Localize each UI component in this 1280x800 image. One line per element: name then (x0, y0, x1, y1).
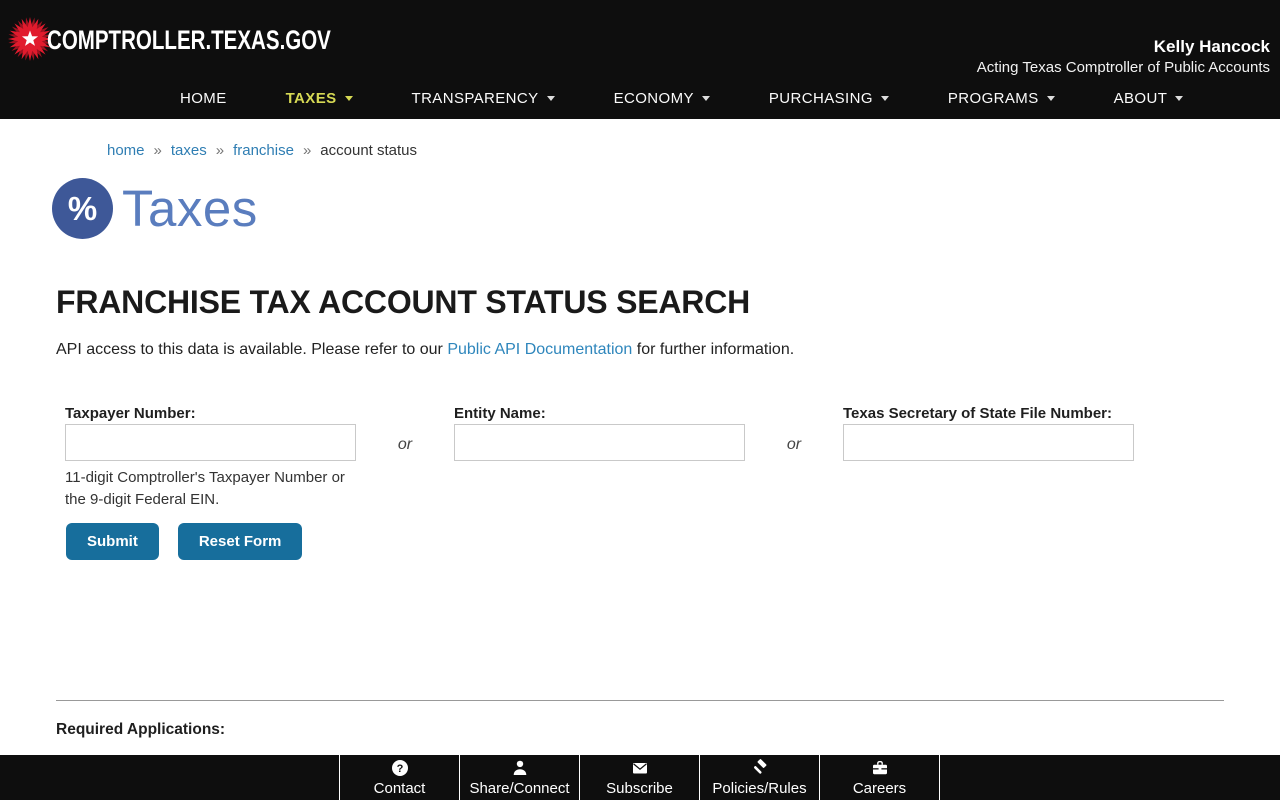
sos-file-number-input[interactable] (843, 424, 1134, 461)
or-separator: or (397, 436, 413, 453)
official-name: Kelly Hancock (1153, 37, 1270, 56)
form-buttons: Submit Reset Form (66, 523, 303, 560)
footer-item-subscribe[interactable]: Subscribe (579, 755, 699, 800)
required-applications-heading: Required Applications: (56, 721, 226, 738)
footer-item-careers[interactable]: Careers (819, 755, 939, 800)
breadcrumb-link-home[interactable]: home (107, 142, 145, 159)
nav-item-purchasing[interactable]: PURCHASING (769, 90, 889, 107)
question-circle-icon: ? (391, 759, 409, 777)
section-title: Taxes (122, 180, 258, 237)
footer-bar: ? Contact Share/Connect Subscribe Polici… (0, 755, 1280, 800)
chevron-down-icon (1046, 96, 1055, 101)
taxpayer-number-field-group: Taxpayer Number: 11-digit Comptroller's … (65, 405, 356, 511)
sos-file-number-field-group: Texas Secretary of State File Number: (843, 405, 1134, 461)
search-form: Taxpayer Number: 11-digit Comptroller's … (65, 405, 1134, 511)
percent-icon: % (52, 178, 113, 239)
footer-item-share-connect[interactable]: Share/Connect (459, 755, 579, 800)
site-wordmark[interactable]: COMPTROLLER.TEXAS.GOV (47, 25, 331, 56)
nav-item-transparency[interactable]: TRANSPARENCY (412, 90, 555, 107)
person-icon (511, 759, 529, 777)
entity-name-field-group: Entity Name: (454, 405, 745, 461)
breadcrumb-link-franchise[interactable]: franchise (233, 142, 294, 159)
entity-name-input[interactable] (454, 424, 745, 461)
svg-text:?: ? (396, 763, 403, 775)
breadcrumb-link-taxes[interactable]: taxes (171, 142, 207, 159)
nav-item-economy[interactable]: ECONOMY (614, 90, 710, 107)
reset-form-button[interactable]: Reset Form (177, 523, 303, 560)
nav-item-label: ABOUT (1113, 90, 1168, 107)
official-title: Acting Texas Comptroller of Public Accou… (976, 59, 1270, 76)
site-header: COMPTROLLER.TEXAS.GOV Kelly Hancock Acti… (0, 0, 1280, 119)
breadcrumb-separator: » (302, 142, 312, 159)
breadcrumb-separator: » (153, 142, 162, 159)
footer-item-policies-rules[interactable]: Policies/Rules (699, 755, 819, 800)
nav-item-label: TRANSPARENCY (411, 90, 539, 107)
chevron-down-icon (701, 96, 710, 101)
main-nav: HOME TAXES TRANSPARENCY ECONOMY PURCHASI… (180, 90, 1184, 107)
nav-item-taxes[interactable]: TAXES (286, 90, 353, 107)
nav-item-label: PURCHASING (768, 90, 873, 107)
taxpayer-number-input[interactable] (65, 424, 356, 461)
chevron-down-icon (880, 96, 889, 101)
nav-item-programs[interactable]: PROGRAMS (948, 90, 1055, 107)
api-access-text: API access to this data is available. Pl… (56, 341, 794, 359)
page-title: FRANCHISE TAX ACCOUNT STATUS SEARCH (56, 284, 751, 320)
api-text-after: for further information. (632, 341, 795, 358)
nav-item-home[interactable]: HOME (180, 90, 227, 107)
taxpayer-number-help: 11-digit Comptroller's Taxpayer Number o… (65, 469, 345, 508)
envelope-icon (631, 759, 649, 777)
nav-item-label: HOME (180, 90, 227, 107)
breadcrumb: home » taxes » franchise » account statu… (107, 142, 417, 159)
nav-item-label: TAXES (285, 90, 337, 107)
nav-item-about[interactable]: ABOUT (1114, 90, 1184, 107)
or-separator: or (786, 436, 802, 453)
footer-item-label: Subscribe (606, 780, 673, 797)
page: COMPTROLLER.TEXAS.GOV Kelly Hancock Acti… (0, 0, 1280, 800)
sos-file-number-label: Texas Secretary of State File Number: (843, 405, 1112, 422)
public-api-documentation-link[interactable]: Public API Documentation (447, 341, 632, 358)
nav-item-label: PROGRAMS (947, 90, 1039, 107)
official-block: Kelly Hancock Acting Texas Comptroller o… (977, 37, 1270, 78)
footer-item-label: Share/Connect (469, 780, 570, 797)
footer-item-label: Careers (852, 780, 907, 797)
breadcrumb-separator: » (215, 142, 225, 159)
taxpayer-number-label: Taxpayer Number: (65, 405, 196, 422)
api-text-before: API access to this data is available. Pl… (56, 341, 448, 358)
section-divider (56, 700, 1224, 701)
entity-name-label: Entity Name: (454, 405, 546, 422)
gavel-icon (751, 759, 769, 777)
starburst-logo-icon[interactable] (8, 17, 52, 61)
briefcase-icon (871, 759, 889, 777)
section-head: % Taxes (52, 178, 258, 239)
footer-item-label: Policies/Rules (712, 780, 807, 797)
footer-item-label: Contact (373, 780, 426, 797)
chevron-down-icon (344, 96, 353, 101)
nav-item-label: ECONOMY (613, 90, 694, 107)
footer-item-contact[interactable]: ? Contact (339, 755, 459, 800)
chevron-down-icon (546, 96, 555, 101)
footer-cells: ? Contact Share/Connect Subscribe Polici… (339, 755, 940, 800)
submit-button[interactable]: Submit (66, 523, 159, 560)
breadcrumb-current: account status (320, 142, 418, 159)
chevron-down-icon (1175, 96, 1184, 101)
